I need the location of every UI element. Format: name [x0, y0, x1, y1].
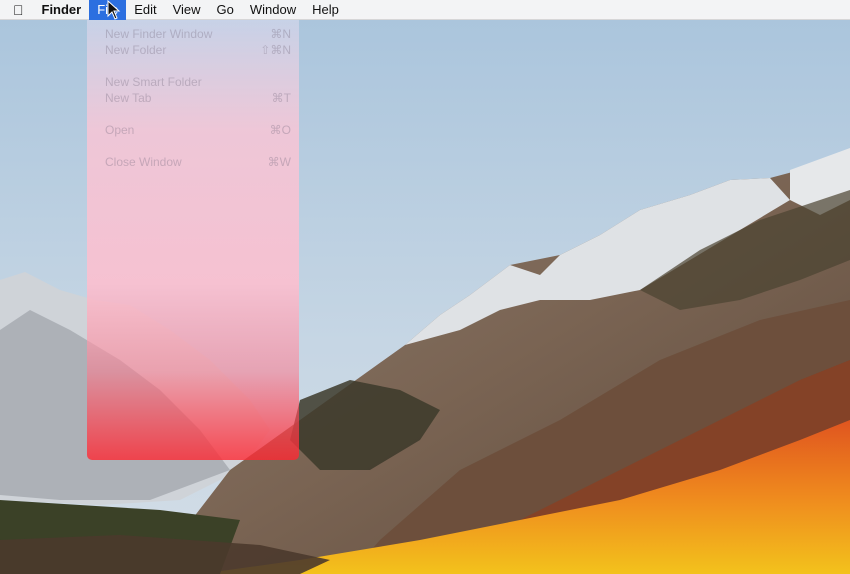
menu-separator	[87, 58, 299, 74]
menu-item-label: New Finder Window	[105, 27, 213, 41]
menu-item-new-tab[interactable]: New Tab ⌘T	[87, 90, 299, 106]
file-dropdown-menu: New Finder Window ⌘N New Folder ⇧⌘N New …	[87, 20, 299, 460]
menu-separator	[87, 106, 299, 122]
menu-item-shortcut: ⌘W	[267, 155, 291, 169]
menu-item-label: Close Window	[105, 155, 182, 169]
menu-window[interactable]: Window	[242, 0, 304, 20]
menu-item-new-folder[interactable]: New Folder ⇧⌘N	[87, 42, 299, 58]
mouse-pointer-icon	[107, 0, 121, 20]
menu-edit[interactable]: Edit	[126, 0, 164, 20]
menu-item-shortcut: ⌘T	[271, 91, 291, 105]
menu-item-new-smart-folder[interactable]: New Smart Folder	[87, 74, 299, 90]
menu-finder[interactable]: Finder	[34, 0, 90, 20]
menu-item-label: New Folder	[105, 43, 167, 57]
apple-logo-icon: 	[13, 2, 24, 18]
menu-go[interactable]: Go	[209, 0, 242, 20]
menu-separator	[87, 138, 299, 154]
menu-item-new-finder-window[interactable]: New Finder Window ⌘N	[87, 26, 299, 42]
menu-item-label: New Tab	[105, 91, 152, 105]
menu-help[interactable]: Help	[304, 0, 347, 20]
menu-item-shortcut: ⌘N	[270, 27, 291, 41]
menu-item-shortcut: ⌘O	[269, 123, 291, 137]
menu-item-label: Open	[105, 123, 135, 137]
menu-bar:  Finder File Edit View Go Window Help	[0, 0, 850, 20]
menu-item-shortcut: ⇧⌘N	[260, 43, 291, 57]
menu-item-close-window[interactable]: Close Window ⌘W	[87, 154, 299, 170]
apple-menu[interactable]: 	[0, 0, 34, 20]
menu-item-open[interactable]: Open ⌘O	[87, 122, 299, 138]
menu-item-label: New Smart Folder	[105, 75, 202, 89]
menu-view[interactable]: View	[165, 0, 209, 20]
